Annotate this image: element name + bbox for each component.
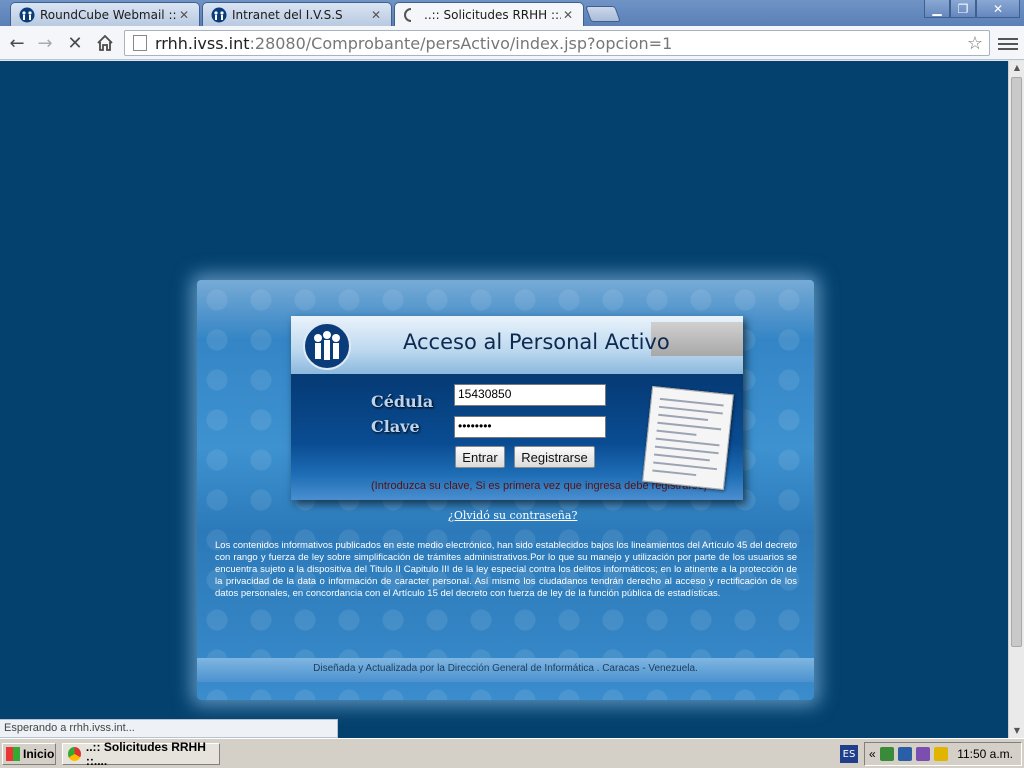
login-box: Acceso al Personal Activo Cédula Clave 1…	[291, 316, 743, 500]
start-label: Inicio	[23, 747, 55, 761]
ivss-favicon-icon	[211, 7, 227, 23]
login-title: Acceso al Personal Activo	[403, 330, 670, 354]
tab-solicitudes-rrhh[interactable]: ..:: Solicitudes RRHH ::... ✕	[394, 2, 584, 26]
clock: 11:50 a.m.	[957, 747, 1013, 761]
document-image	[642, 385, 734, 491]
close-window-icon[interactable]: ✕	[976, 0, 1020, 18]
new-tab-button[interactable]	[585, 6, 621, 22]
tab-close-icon[interactable]: ✕	[177, 8, 191, 22]
windows-logo-icon	[6, 747, 20, 761]
task-label: ..:: Solicitudes RRHH ::....	[85, 740, 206, 768]
scroll-up-icon[interactable]: ▲	[1009, 61, 1024, 75]
status-bar: Esperando a rrhh.ivss.int...	[0, 719, 338, 738]
enter-button[interactable]: Entrar	[455, 446, 505, 468]
scroll-thumb[interactable]	[1011, 77, 1022, 647]
scroll-down-icon[interactable]: ▼	[1009, 724, 1024, 738]
tab-label: Intranet del I.V.S.S	[232, 7, 343, 22]
legal-notice: Los contenidos informativos publicados e…	[215, 540, 797, 599]
forward-arrow-icon[interactable]: →	[32, 30, 58, 56]
clave-label: Clave	[371, 417, 420, 436]
bookmark-star-icon[interactable]: ☆	[967, 33, 983, 54]
tab-label: RoundCube Webmail :: Envia	[40, 7, 177, 22]
cedula-input[interactable]: 15430850	[454, 384, 606, 406]
windows-taskbar: Inicio ..:: Solicitudes RRHH ::.... ES «…	[0, 738, 1024, 768]
browser-menu-icon[interactable]	[998, 34, 1018, 54]
login-header: Acceso al Personal Activo	[291, 316, 743, 374]
window-controls: ▁ ❐ ✕	[924, 0, 1020, 18]
stop-loading-icon[interactable]: ✕	[62, 30, 88, 56]
home-icon[interactable]	[92, 30, 118, 56]
restore-icon[interactable]: ❐	[950, 0, 976, 18]
tab-roundcube[interactable]: RoundCube Webmail :: Envia ✕	[10, 2, 200, 26]
tray-app-icon[interactable]	[879, 747, 894, 761]
cedula-label: Cédula	[371, 392, 434, 411]
address-bar[interactable]: rrhh.ivss.int:28080/Comprobante/persActi…	[124, 30, 990, 56]
footer-credit: Diseñada y Actualizada por la Dirección …	[313, 663, 698, 674]
system-tray: « 11:50 a.m.	[864, 742, 1022, 766]
tab-intranet[interactable]: Intranet del I.V.S.S ✕	[202, 2, 392, 26]
taskbar-chrome-window[interactable]: ..:: Solicitudes RRHH ::....	[62, 740, 220, 768]
network-icon[interactable]	[897, 747, 912, 761]
show-hidden-icons-icon[interactable]: «	[869, 747, 876, 761]
tray-app-icon[interactable]	[915, 747, 930, 761]
url-path: :28080/Comprobante/persActivo/index.jsp?…	[249, 33, 673, 53]
tab-close-icon[interactable]: ✕	[561, 8, 575, 22]
tab-close-icon[interactable]: ✕	[369, 8, 383, 22]
back-arrow-icon[interactable]: ←	[4, 30, 30, 56]
minimize-icon[interactable]: ▁	[924, 0, 950, 18]
loading-spinner-icon	[403, 7, 419, 23]
page-viewport: Acceso al Personal Activo Cédula Clave 1…	[0, 61, 1008, 738]
tab-strip: RoundCube Webmail :: Envia ✕ Intranet de…	[0, 0, 1024, 26]
chrome-icon	[68, 747, 81, 761]
vertical-scrollbar[interactable]: ▲ ▼	[1008, 61, 1024, 738]
ivss-logo-icon	[303, 322, 351, 370]
url-host: rrhh.ivss.int	[155, 33, 250, 53]
password-input[interactable]: ••••••••	[454, 416, 606, 438]
register-button[interactable]: Registrarse	[514, 446, 595, 468]
ivss-favicon-icon	[19, 7, 35, 23]
tray-app-icon[interactable]	[933, 747, 948, 761]
tab-label: ..:: Solicitudes RRHH ::...	[424, 7, 561, 22]
forgot-password-link[interactable]: ¿Olvidó su contraseña?	[448, 509, 577, 522]
start-button[interactable]: Inicio	[2, 743, 56, 765]
language-indicator[interactable]: ES	[840, 745, 858, 763]
login-panel: Acceso al Personal Activo Cédula Clave 1…	[197, 280, 814, 700]
page-icon	[133, 35, 147, 51]
